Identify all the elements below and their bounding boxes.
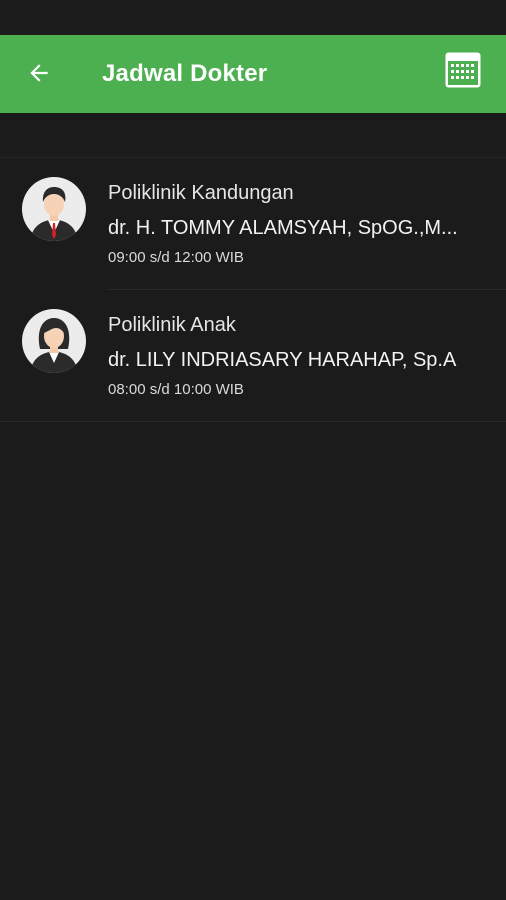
poli-label: Poliklinik Kandungan (108, 182, 294, 204)
app-bar: Jadwal Dokter (0, 35, 506, 113)
calendar-button[interactable] (438, 47, 488, 97)
list-item[interactable]: Poliklinik Anak dr. LILY INDRIASARY HARA… (0, 290, 506, 422)
page-title: Jadwal Dokter (102, 60, 268, 87)
doctor-name: dr. H. TOMMY ALAMSYAH, SpOG.,M... (108, 217, 458, 239)
schedule-time: 09:00 s/d 12:00 WIB (108, 249, 244, 266)
poli-label: Poliklinik Anak (108, 314, 236, 336)
schedule-time: 08:00 s/d 10:00 WIB (108, 381, 244, 398)
doctor-name: dr. LILY INDRIASARY HARAHAP, Sp.A (108, 349, 457, 371)
back-button[interactable] (16, 52, 62, 98)
list-item[interactable]: Poliklinik Kandungan dr. H. TOMMY ALAMSY… (0, 158, 506, 290)
calendar-icon (444, 51, 482, 94)
female-doctor-avatar-icon (22, 309, 86, 373)
arrow-left-icon (26, 60, 52, 91)
status-bar (0, 0, 506, 35)
schedule-list: Poliklinik Kandungan dr. H. TOMMY ALAMSY… (0, 158, 506, 422)
male-doctor-avatar-icon (22, 177, 86, 241)
divider (0, 421, 506, 422)
